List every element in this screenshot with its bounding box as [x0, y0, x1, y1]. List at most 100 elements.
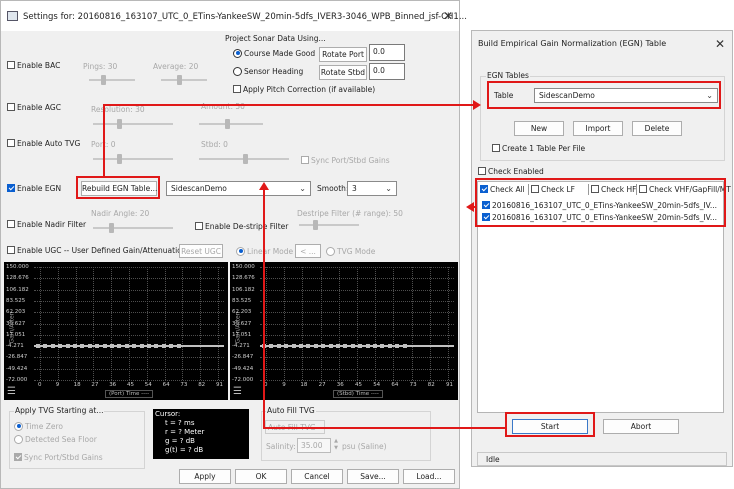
grid-line — [200, 267, 202, 380]
curve-node — [395, 344, 400, 349]
x-tick-label: 54 — [373, 382, 381, 388]
curve-node — [343, 344, 348, 349]
save-button[interactable]: Save... — [347, 469, 399, 484]
grid-line — [40, 267, 41, 380]
menu-icon[interactable]: ☰ — [233, 386, 242, 397]
port-gain-plot[interactable]: 150.000 128.676 106.182 83.525 62.203 39.627 1… — [4, 262, 228, 400]
grid-line — [338, 267, 340, 380]
agc-amount-slider[interactable] — [199, 118, 263, 130]
nadir-angle-label: Nadir Angle: 20 — [91, 209, 150, 218]
curve-node — [102, 344, 107, 349]
course-made-good-radio[interactable]: Course Made Good — [233, 48, 315, 59]
x-tick-label: 27 — [318, 382, 326, 388]
close-icon[interactable]: ✕ — [443, 9, 453, 23]
x-tick-label: 36 — [109, 382, 117, 388]
ugc-arrow-button[interactable]: < ... — [295, 244, 321, 258]
y-tick-label: 128.676 — [6, 275, 29, 282]
curve-node — [43, 344, 48, 349]
auto-tvg-stbd-slider[interactable] — [199, 153, 289, 165]
chevron-down-icon: ⌄ — [299, 184, 306, 193]
enable-destripe-checkbox[interactable]: Enable De-stripe Filter — [195, 222, 288, 231]
y-tick-label: -4.271 — [232, 343, 250, 350]
delete-table-button[interactable]: Delete — [632, 121, 682, 136]
bac-pings-slider[interactable] — [89, 74, 135, 86]
auto-tvg-stbd-label: Stbd: 0 — [201, 140, 228, 149]
settings-window: Settings for: 20160816_163107_UTC_0_ETin… — [0, 0, 467, 489]
curve-node — [73, 344, 77, 349]
grid-line — [146, 267, 148, 380]
rotate-port-button[interactable]: Rotate Port — [319, 47, 367, 62]
salinity-input[interactable]: 35.00 — [297, 438, 331, 453]
reset-ugc-button[interactable]: Reset UGC — [179, 244, 223, 258]
auto-fill-tvg-title: Auto Fill TVG — [266, 406, 316, 415]
curve-node — [132, 344, 137, 349]
time-zero-radio[interactable]: Time Zero — [14, 421, 63, 432]
curve-node — [110, 344, 114, 349]
bac-average-slider[interactable] — [161, 74, 207, 86]
grid-line — [302, 267, 304, 380]
grid-line — [57, 267, 59, 380]
nadir-angle-slider[interactable] — [93, 222, 173, 234]
enable-auto-tvg-checkbox[interactable]: Enable Auto TVG — [7, 139, 80, 148]
settings-title-bar: Settings for: 20160816_163107_UTC_0_ETin… — [1, 1, 467, 31]
tvg-mode-radio[interactable]: TVG Mode — [326, 246, 375, 257]
x-tick-label: 45 — [127, 382, 134, 388]
settings-title: Settings for: 20160816_163107_UTC_0_ETin… — [23, 12, 467, 22]
salinity-stepper[interactable]: ▲ ▼ — [332, 438, 340, 453]
apply-tvg-sync-checkbox[interactable]: Sync Port/Stbd Gains — [14, 453, 103, 462]
apply-pitch-checkbox[interactable]: Apply Pitch Correction (if available) — [233, 85, 375, 94]
enable-nadir-filter-checkbox[interactable]: Enable Nadir Filter — [7, 220, 86, 229]
close-icon[interactable]: ✕ — [715, 37, 725, 51]
rotate-port-input[interactable]: 0.0 — [369, 44, 405, 61]
gain-curve — [260, 345, 454, 348]
enable-ugc-checkbox[interactable]: Enable UGC -- User Defined Gain/Attenuat… — [7, 246, 187, 255]
annotation-line — [103, 104, 473, 106]
rotate-stbd-input[interactable]: 0.0 — [369, 63, 405, 80]
enable-agc-checkbox[interactable]: Enable AGC — [7, 103, 61, 112]
auto-tvg-port-slider[interactable] — [93, 153, 173, 165]
x-tick-label: 9 — [282, 382, 286, 388]
load-button[interactable]: Load... — [403, 469, 455, 484]
curve-node — [387, 344, 392, 349]
curve-node — [65, 344, 70, 349]
enable-bac-checkbox[interactable]: Enable BAC — [7, 61, 60, 70]
x-tick-label: 91 — [216, 382, 223, 388]
menu-icon[interactable]: ☰ — [7, 386, 16, 397]
cursor-title: Cursor: — [155, 410, 181, 418]
apply-button[interactable]: Apply — [179, 469, 231, 484]
y-tick-label: -26.847 — [6, 354, 28, 361]
grid-line — [260, 380, 454, 381]
new-table-button[interactable]: New — [514, 121, 564, 136]
curve-node — [87, 344, 92, 349]
sensor-heading-radio[interactable]: Sensor Heading — [233, 66, 303, 77]
agc-resolution-slider[interactable] — [93, 118, 173, 130]
smooth-dropdown[interactable]: 3 ⌄ — [347, 181, 397, 196]
destripe-range-slider[interactable] — [299, 219, 359, 231]
y-tick-label: -4.271 — [6, 343, 24, 350]
y-tick-label: -72.000 — [6, 377, 28, 383]
curve-node — [176, 344, 181, 349]
y-tick-label: 83.525 — [232, 297, 252, 304]
abort-button[interactable]: Abort — [603, 419, 679, 434]
curve-node — [365, 344, 370, 349]
grid-line — [34, 380, 224, 381]
auto-tvg-sync-checkbox[interactable]: Sync Port/Stbd Gains — [301, 156, 390, 165]
create-table-per-file-checkbox[interactable]: Create 1 Table Per File — [492, 144, 585, 153]
import-table-button[interactable]: Import — [573, 121, 623, 136]
x-tick-label: 82 — [198, 382, 206, 388]
detected-sea-floor-radio[interactable]: Detected Sea Floor — [14, 434, 97, 445]
egn-table-dropdown[interactable]: SidescanDemo ⌄ — [166, 181, 311, 196]
grid-line — [448, 267, 449, 380]
grid-line — [284, 267, 286, 380]
ok-button[interactable]: OK — [235, 469, 287, 484]
curve-node — [154, 344, 159, 349]
cancel-button[interactable]: Cancel — [291, 469, 343, 484]
cursor-t: t = ? ms — [165, 419, 195, 427]
highlight-file-list — [475, 178, 726, 227]
curve-node — [58, 344, 63, 349]
rotate-stbd-button[interactable]: Rotate Stbd — [319, 65, 367, 80]
check-enabled-checkbox[interactable]: Check Enabled — [478, 167, 544, 176]
curve-node — [124, 344, 129, 349]
curve-node — [313, 344, 318, 349]
enable-egn-checkbox[interactable]: Enable EGN — [7, 184, 61, 193]
